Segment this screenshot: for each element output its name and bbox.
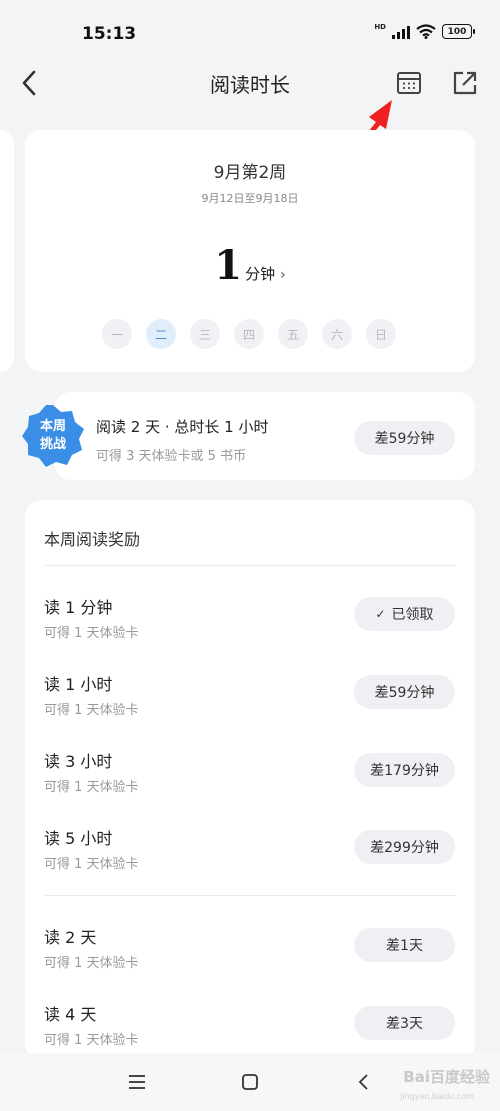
challenge-title: 阅读 2 天 · 总时长 1 小时 (96, 418, 269, 436)
reward-item-title: 读 4 天 (44, 1005, 97, 1024)
reward-item-subtitle: 可得 1 天体验卡 (44, 780, 139, 795)
day-thu: 四 (234, 319, 264, 349)
reward-item-subtitle: 可得 1 天体验卡 (44, 956, 139, 971)
reward-status-button[interactable]: 差1天 (354, 928, 455, 962)
calendar-button[interactable] (394, 68, 424, 98)
weekday-row: 一 二 三 四 五 六 日 (102, 319, 396, 349)
badge-line-2: 挑战 (39, 437, 66, 452)
reward-item-title: 读 1 小时 (44, 675, 113, 694)
reward-item-title: 读 5 小时 (44, 829, 113, 848)
day-sat: 六 (322, 319, 352, 349)
home-square-icon (242, 1074, 258, 1090)
day-tue: 二 (146, 319, 176, 349)
menu-icon (129, 1075, 145, 1089)
day-fri: 五 (278, 319, 308, 349)
reward-claimed-button[interactable]: ✓ 已领取 (354, 597, 455, 631)
day-mon: 一 (102, 319, 132, 349)
reward-item-subtitle: 可得 1 天体验卡 (44, 1033, 139, 1048)
reward-item-title: 读 1 分钟 (44, 598, 113, 617)
chevron-right-icon: › (280, 267, 286, 283)
reward-status-button[interactable]: 差179分钟 (354, 753, 455, 787)
reward-item-subtitle: 可得 1 天体验卡 (44, 703, 139, 718)
day-wed: 三 (190, 319, 220, 349)
calendar-icon (397, 72, 421, 94)
status-time: 15:13 (82, 24, 137, 44)
challenge-status-button[interactable]: 差59分钟 (354, 421, 455, 455)
menu-button[interactable] (120, 1065, 154, 1099)
header: 阅读时长 (0, 60, 500, 106)
reward-item-title: 读 3 小时 (44, 752, 113, 771)
wifi-icon (416, 24, 436, 39)
challenge-badge-label: 本周 挑战 (20, 418, 86, 454)
share-external-icon (453, 71, 477, 95)
battery-icon: 100 (442, 24, 475, 39)
week-card: 9月第2周 9月12日至9月18日 1 分钟 › 一 二 三 四 五 六 日 (25, 130, 475, 372)
divider (44, 565, 456, 566)
total-reading-time[interactable]: 1 分钟 › (25, 242, 475, 289)
home-button[interactable] (233, 1065, 267, 1099)
share-button[interactable] (450, 68, 480, 98)
nav-back-icon (358, 1074, 368, 1090)
total-time-value: 1 (214, 242, 243, 289)
watermark-url: jingyan.baidu.com (400, 1092, 474, 1101)
status-bar: 15:13 HD 100 (0, 0, 500, 60)
page-title: 阅读时长 (210, 73, 290, 97)
week-title: 9月第2周 (213, 163, 287, 183)
total-time-unit: 分钟 (245, 265, 276, 283)
signal-icon (392, 25, 410, 39)
divider (44, 895, 456, 896)
status-icons: HD 100 (374, 22, 475, 39)
watermark: Bai百度经验 (403, 1068, 490, 1086)
reward-item-subtitle: 可得 1 天体验卡 (44, 626, 139, 641)
reward-status-label: 已领取 (391, 607, 434, 623)
reward-item-subtitle: 可得 1 天体验卡 (44, 857, 139, 872)
reward-item-title: 读 2 天 (44, 928, 97, 947)
rewards-title: 本周阅读奖励 (44, 530, 141, 549)
reward-status-button[interactable]: 差59分钟 (354, 675, 455, 709)
network-label: HD (374, 22, 386, 31)
challenge-subtitle: 可得 3 天体验卡或 5 书币 (96, 449, 247, 464)
check-icon: ✓ (375, 607, 386, 621)
previous-week-card[interactable] (0, 130, 14, 372)
reward-status-button[interactable]: 差299分钟 (354, 830, 455, 864)
badge-line-1: 本周 (39, 419, 66, 434)
nav-back-button[interactable] (346, 1065, 380, 1099)
week-range: 9月12日至9月18日 (201, 192, 299, 205)
day-sun: 日 (366, 319, 396, 349)
reward-status-button[interactable]: 差3天 (354, 1006, 455, 1040)
